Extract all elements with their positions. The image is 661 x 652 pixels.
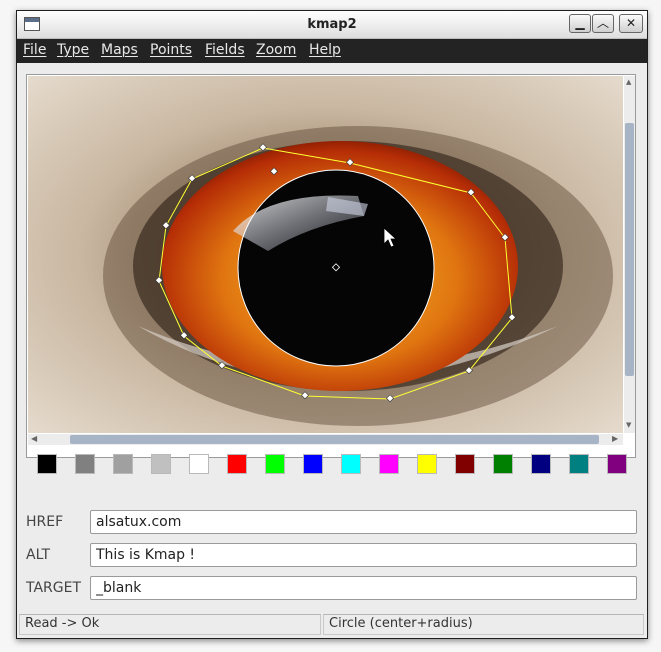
status-message: Read -> Ok	[19, 614, 321, 635]
menu-file[interactable]: File	[23, 42, 46, 58]
color-swatch[interactable]	[303, 454, 323, 474]
color-swatch[interactable]	[379, 454, 399, 474]
color-swatch[interactable]	[531, 454, 551, 474]
close-icon: ✕	[625, 16, 637, 30]
maximize-button[interactable]: ︿	[592, 14, 614, 33]
target-label: TARGET	[26, 580, 82, 596]
horizontal-scroll-thumb[interactable]	[70, 435, 599, 444]
scroll-down-icon[interactable]: ▼	[626, 421, 631, 429]
color-swatch[interactable]	[493, 454, 513, 474]
menu-fields[interactable]: Fields	[205, 42, 245, 58]
status-bar: Read -> Ok Circle (center+radius)	[17, 612, 647, 638]
close-button[interactable]: ✕	[619, 14, 643, 33]
scroll-up-icon[interactable]: ▲	[626, 78, 631, 86]
menu-zoom[interactable]: Zoom	[256, 42, 296, 58]
color-swatch[interactable]	[341, 454, 361, 474]
color-swatch[interactable]	[227, 454, 247, 474]
eye-image[interactable]	[28, 76, 623, 433]
color-swatch[interactable]	[569, 454, 589, 474]
maximize-icon: ︿	[596, 16, 609, 30]
kmap2-window: kmap2 ▁ ︿ ✕ File Type Maps Points Fields…	[16, 10, 648, 639]
menu-type[interactable]: Type	[57, 42, 89, 58]
minimize-button[interactable]: ▁	[569, 14, 591, 33]
color-swatch[interactable]	[265, 454, 285, 474]
vertical-scrollbar[interactable]: ▲ ▼	[624, 76, 635, 433]
vertical-scroll-thumb[interactable]	[625, 123, 634, 376]
minimize-icon: ▁	[575, 16, 585, 30]
color-swatch[interactable]	[75, 454, 95, 474]
image-view[interactable]	[28, 76, 623, 433]
menu-maps[interactable]: Maps	[101, 42, 138, 58]
status-mode: Circle (center+radius)	[323, 614, 644, 635]
scroll-left-icon[interactable]: ◀	[31, 434, 37, 443]
target-input[interactable]	[90, 576, 637, 600]
horizontal-scrollbar[interactable]: ◀ ▶	[28, 434, 623, 445]
color-swatch[interactable]	[607, 454, 627, 474]
title-bar[interactable]: kmap2 ▁ ︿ ✕	[17, 11, 647, 39]
alt-label: ALT	[26, 547, 51, 563]
menu-bar: File Type Maps Points Fields Zoom Help	[17, 39, 647, 63]
image-canvas-area: ▲ ▼ ◀ ▶	[26, 74, 636, 458]
color-swatch[interactable]	[113, 454, 133, 474]
color-palette	[37, 454, 637, 476]
href-input[interactable]	[90, 510, 637, 534]
window-title: kmap2	[307, 17, 357, 32]
menu-points[interactable]: Points	[150, 42, 192, 58]
href-label: HREF	[26, 514, 64, 530]
alt-input[interactable]	[90, 543, 637, 567]
color-swatch[interactable]	[455, 454, 475, 474]
color-swatch[interactable]	[417, 454, 437, 474]
scroll-right-icon[interactable]: ▶	[612, 434, 618, 443]
color-swatch[interactable]	[189, 454, 209, 474]
color-swatch[interactable]	[37, 454, 57, 474]
menu-help[interactable]: Help	[309, 42, 341, 58]
color-swatch[interactable]	[151, 454, 171, 474]
